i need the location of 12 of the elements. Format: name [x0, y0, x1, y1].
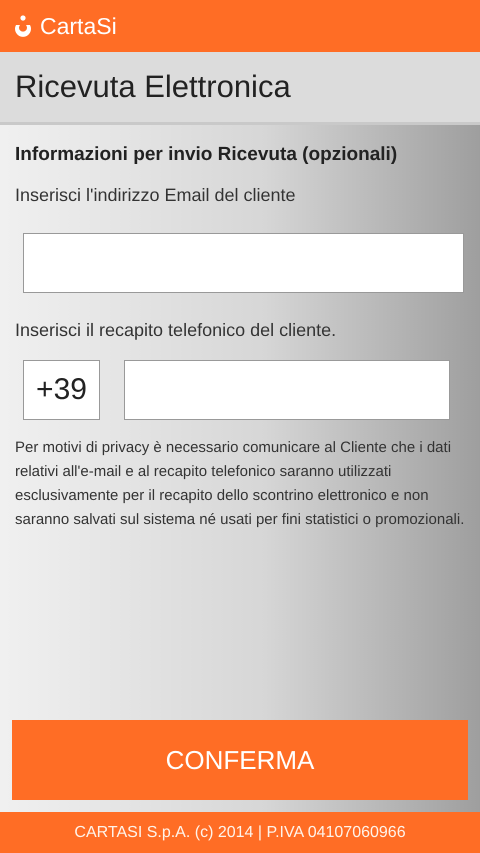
- email-field[interactable]: [23, 232, 464, 292]
- privacy-note: Per motivi di privacy è necessario comunicare al Cliente che i dati relativi all'e-mail e al recapito telefonico saranno utilizzati esclusivamente per il recapito dello scontrino elettronico e non saranno salvati sul sistema né usati per fini statistici o promozionali.: [15, 438, 466, 530]
- email-label: Inserisci l'indirizzo Email del cliente: [15, 184, 297, 206]
- phone-field[interactable]: [124, 360, 450, 420]
- page-title: Ricevuta Elettronica: [15, 68, 291, 106]
- section-title: Informazioni per invio Ricevuta (opzionali): [15, 143, 398, 167]
- confirm-button[interactable]: CONFERMA: [12, 720, 468, 800]
- phone-label: Inserisci il recapito telefonico del cliente.: [15, 318, 338, 342]
- phone-prefix: +39: [23, 360, 100, 420]
- logo-icon: [12, 15, 34, 37]
- brand-name: CartaSi: [40, 12, 117, 41]
- footer-text: CARTASI S.p.A. (c) 2014 | P.IVA 04107060966: [74, 822, 406, 842]
